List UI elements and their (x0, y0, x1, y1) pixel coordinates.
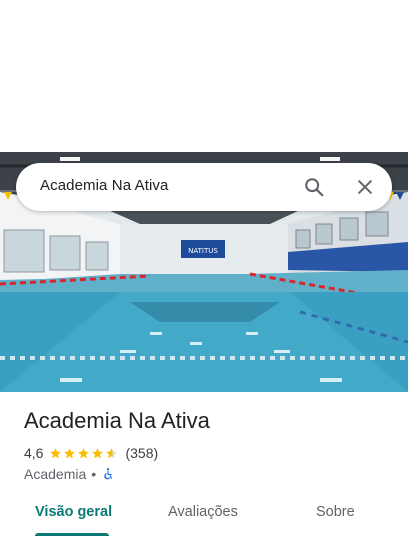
search-input[interactable]: Academia Na Ativa (40, 177, 168, 194)
banner-text: NATITUS (188, 247, 218, 255)
rating-value: 4,6 (24, 445, 44, 461)
rating-row[interactable]: 4,6 (358) (24, 444, 158, 462)
tab-overview[interactable]: Visão geral (35, 504, 112, 520)
search-button[interactable] (302, 175, 326, 199)
active-tab-indicator (35, 533, 109, 536)
tab-reviews[interactable]: Avaliações (168, 504, 238, 520)
place-tabs: Visão geral Avaliações Sobre (0, 496, 408, 540)
place-title: Academia Na Ativa (24, 408, 210, 433)
star-half-icon (106, 447, 118, 458)
star-icon (64, 447, 76, 458)
search-icon (305, 178, 324, 197)
star-icon (92, 447, 104, 458)
star-rating (49, 447, 119, 460)
wheelchair-icon (104, 468, 113, 480)
close-button[interactable] (353, 175, 377, 199)
separator-dot: • (91, 466, 97, 482)
top-blank-area (0, 0, 408, 152)
search-bar[interactable]: Academia Na Ativa (16, 163, 392, 211)
star-icon (50, 447, 62, 458)
category-label: Academia (24, 466, 87, 482)
tab-about[interactable]: Sobre (316, 504, 355, 520)
star-icon (78, 447, 90, 458)
review-count[interactable]: (358) (125, 445, 158, 461)
close-icon (358, 180, 372, 194)
category-row: Academia • (24, 465, 115, 483)
